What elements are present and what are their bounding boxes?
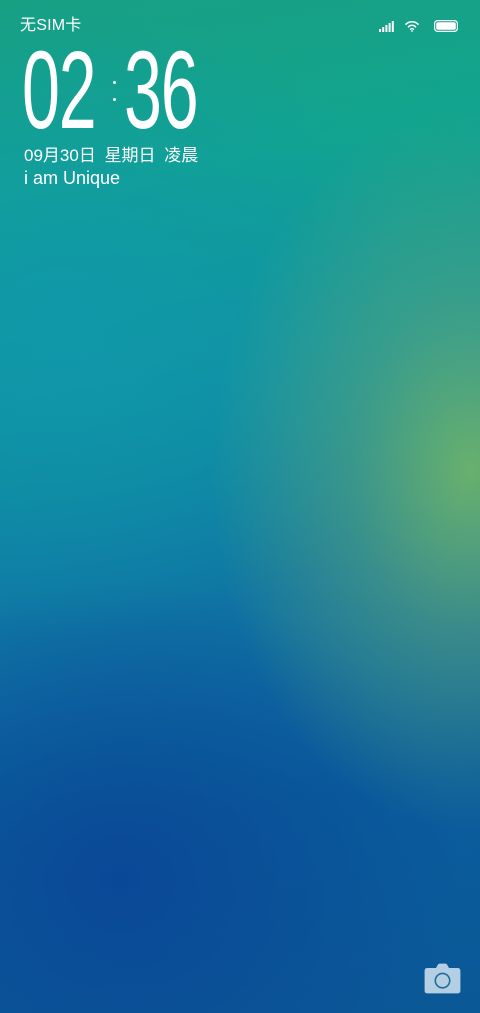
period-text: 凌晨 (164, 146, 199, 165)
clock-colon (113, 44, 117, 138)
clock-hours: 02 (22, 29, 97, 152)
wifi-icon (405, 20, 419, 32)
lock-screen-clock: 02 36 (22, 29, 222, 152)
date-line: 09月30日 星期日 凌晨 (24, 145, 202, 167)
status-icons (379, 18, 458, 34)
date-text: 09月30日 (24, 146, 96, 165)
clock-minutes: 36 (124, 29, 199, 152)
weekday-text: 星期日 (104, 146, 156, 165)
camera-icon (424, 963, 461, 994)
signal-icon (379, 20, 394, 32)
lock-screen-signature: i am Unique (24, 168, 121, 188)
battery-icon (434, 20, 458, 32)
camera-shortcut-button[interactable] (424, 963, 461, 994)
